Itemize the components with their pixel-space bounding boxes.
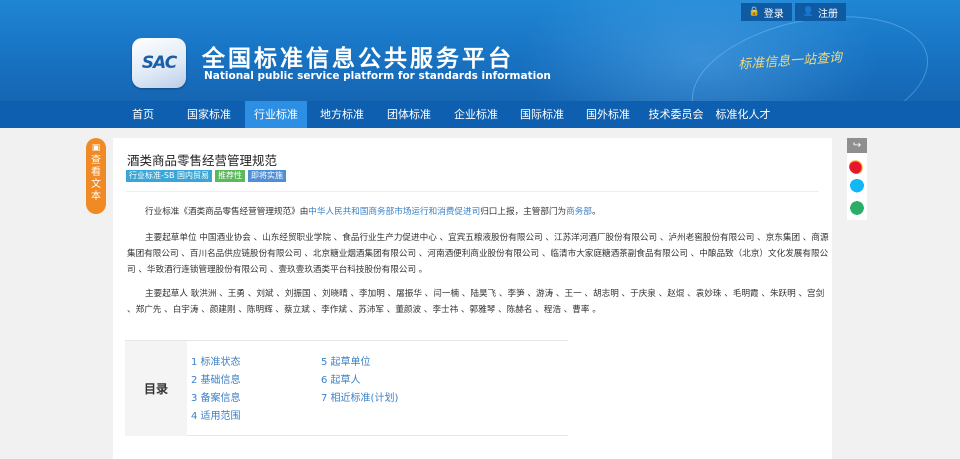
- nav-item-committee[interactable]: 技术委员会: [644, 101, 708, 128]
- toc-item-basic-info[interactable]: 2 基础信息: [191, 371, 241, 386]
- side-tab-char: 查: [91, 155, 101, 166]
- standard-tag: 即将实施: [248, 170, 286, 182]
- divider: [126, 191, 819, 192]
- nav-item-local[interactable]: 地方标准: [312, 101, 372, 128]
- nav-item-foreign[interactable]: 国外标准: [578, 101, 638, 128]
- intro-text: 行业标准《酒类商品零售经营管理规范》由: [145, 207, 309, 217]
- toc-item-drafting-units[interactable]: 5 起草单位: [321, 353, 371, 368]
- wechat-icon[interactable]: [849, 200, 865, 216]
- intro-paragraph: 行业标准《酒类商品零售经营管理规范》由中华人民共和国商务部市场运行和消费促进司归…: [127, 204, 832, 220]
- login-label: 登录: [763, 8, 784, 20]
- auth-bar: 🔒 登录 👤 注册: [740, 3, 846, 21]
- drafting-units-paragraph: 主要起草单位 中国酒业协会 、山东经贸职业学院 、食品行业生产力促进中心 、宜宾…: [127, 233, 829, 275]
- user-icon: 👤: [802, 7, 814, 17]
- table-of-contents: 目录 1 标准状态 2 基础信息 3 备案信息 4 适用范围 5 起草单位 6 …: [125, 340, 568, 436]
- standard-tag: 行业标准-SB 国内贸易: [126, 170, 212, 182]
- intro-text: 。: [591, 207, 601, 217]
- side-tab-char: 文: [91, 179, 101, 190]
- view-text-tab[interactable]: ▣ 查 看 文 本: [86, 138, 106, 214]
- site-title: 全国标准信息公共服务平台: [202, 46, 514, 72]
- standard-detail-card: 酒类商品零售经营管理规范 行业标准-SB 国内贸易 推荐性 即将实施 行业标准《酒类…: [113, 138, 832, 459]
- header-banner: 🔒 登录 👤 注册 SAC 全国标准信息公共服务平台 National publ…: [0, 0, 960, 101]
- intro-text: 归口上报，主管部门为: [480, 207, 567, 217]
- toc-item-drafters[interactable]: 6 起草人: [321, 371, 361, 386]
- toc-item-scope[interactable]: 4 适用范围: [191, 407, 241, 422]
- side-tab-char: 看: [91, 167, 101, 178]
- document-icon: ▣: [91, 143, 101, 153]
- share-bar: ↪: [847, 138, 867, 220]
- toc-item-filing-info[interactable]: 3 备案信息: [191, 389, 241, 404]
- toc-title: 目录: [125, 341, 187, 436]
- nav-item-talent[interactable]: 标准化人才: [711, 101, 775, 128]
- ministry-link[interactable]: 商务部: [566, 207, 592, 217]
- nav-item-industry[interactable]: 行业标准: [245, 101, 307, 128]
- qq-icon[interactable]: [849, 179, 865, 195]
- share-icon[interactable]: ↪: [847, 138, 867, 153]
- standard-title: 酒类商品零售经营管理规范: [127, 153, 278, 168]
- competent-committee-link[interactable]: 中华人民共和国商务部市场运行和消费促进司: [308, 207, 480, 217]
- nav-item-international[interactable]: 国际标准: [512, 101, 572, 128]
- standard-tag: 推荐性: [215, 170, 245, 182]
- standard-tags: 行业标准-SB 国内贸易 推荐性 即将实施: [126, 170, 286, 182]
- nav-item-national[interactable]: 国家标准: [179, 101, 239, 128]
- nav-item-group[interactable]: 团体标准: [379, 101, 439, 128]
- nav-item-enterprise[interactable]: 企业标准: [446, 101, 506, 128]
- logo-text: SAC: [141, 53, 177, 73]
- toc-item-status[interactable]: 1 标准状态: [191, 353, 241, 368]
- side-tab-char: 本: [91, 191, 101, 202]
- register-label: 注册: [818, 8, 838, 20]
- drafters-paragraph: 主要起草人 耿洪洲 、王勇 、刘斌 、刘振国 、刘晓晴 、李加明 、屠振华 、闫…: [127, 289, 825, 315]
- main-nav: 首页 国家标准 行业标准 地方标准 团体标准 企业标准 国际标准 国外标准 技术委员会 标准化人才: [0, 101, 960, 128]
- register-button[interactable]: 👤 注册: [794, 3, 846, 21]
- nav-item-home[interactable]: 首页: [123, 101, 163, 128]
- sac-logo[interactable]: SAC: [132, 38, 186, 88]
- lock-icon: 🔒: [748, 7, 760, 17]
- site-subtitle: National public service platform for sta…: [204, 70, 551, 82]
- weibo-icon[interactable]: [849, 158, 865, 174]
- toc-item-similar-standards[interactable]: 7 相近标准(计划): [321, 389, 398, 404]
- login-button[interactable]: 🔒 登录: [740, 3, 792, 21]
